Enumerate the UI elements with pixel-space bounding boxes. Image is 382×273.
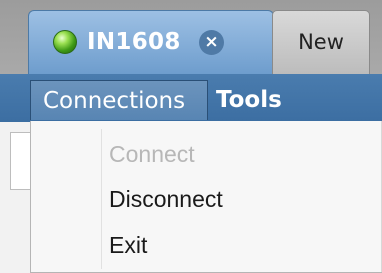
- menu-item-connect: Connect: [31, 135, 382, 173]
- tab-in1608[interactable]: IN1608 ×: [28, 10, 274, 74]
- connection-status-icon: [53, 30, 77, 54]
- tab-title: IN1608: [87, 29, 181, 55]
- menu-item-disconnect-label: Disconnect: [109, 186, 223, 212]
- menu-connections[interactable]: Connections: [30, 80, 208, 120]
- menu-tools[interactable]: Tools: [216, 85, 282, 115]
- tab-new[interactable]: New: [272, 10, 370, 74]
- menu-item-connect-label: Connect: [109, 141, 195, 167]
- menu-connections-label: Connections: [43, 88, 186, 114]
- tab-strip: IN1608 × New: [0, 0, 382, 74]
- connections-dropdown: Connect Disconnect Exit: [30, 121, 382, 273]
- background-block: [10, 132, 32, 190]
- close-icon[interactable]: ×: [199, 30, 224, 55]
- menu-bar: Connections Tools: [0, 74, 382, 122]
- menu-item-exit-label: Exit: [109, 232, 148, 258]
- menu-item-exit[interactable]: Exit: [31, 226, 382, 264]
- menu-item-disconnect[interactable]: Disconnect: [31, 180, 382, 218]
- tab-new-label: New: [298, 30, 344, 54]
